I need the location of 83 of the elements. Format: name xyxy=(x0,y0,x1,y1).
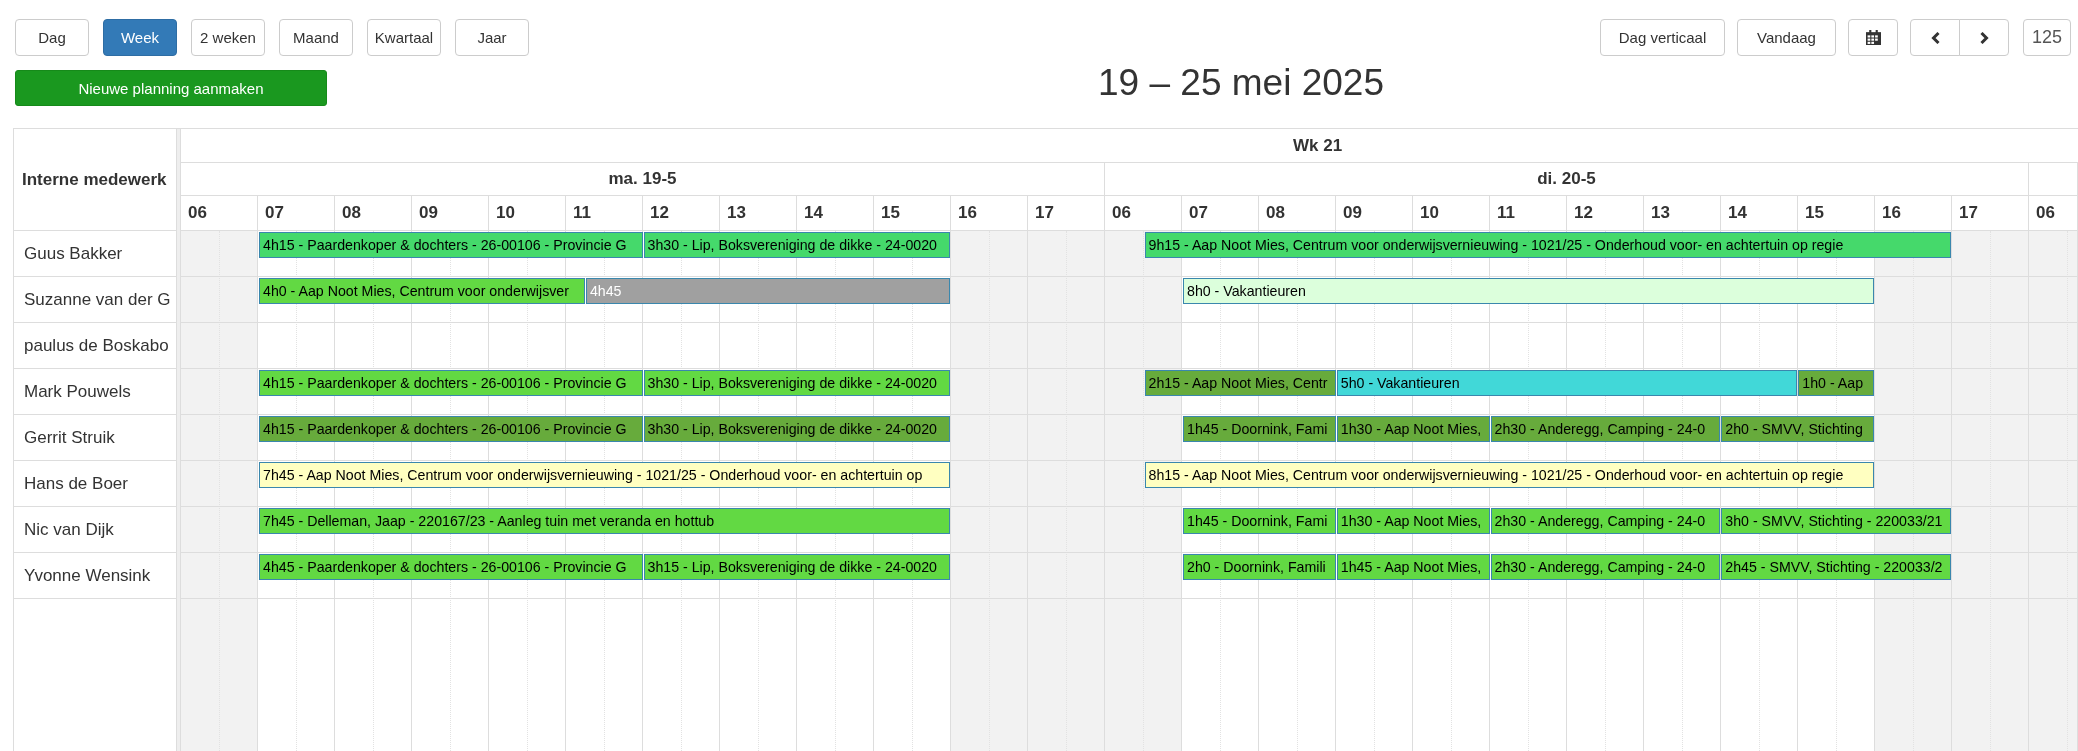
employee-name: Mark Pouwels xyxy=(24,381,131,402)
calendar-icon xyxy=(1865,30,1881,45)
hour-label: 10 xyxy=(1420,203,1439,223)
chevron-left-icon xyxy=(1930,31,1940,44)
employee-name: Guus Bakker xyxy=(24,243,123,264)
event-bar[interactable]: 8h0 - Vakantieuren xyxy=(1183,278,1875,304)
event-bar[interactable]: 4h15 - Paardenkoper & dochters - 26-00106 - Provincie G xyxy=(259,416,643,442)
event-bar[interactable]: 1h30 - Aap Noot Mies, xyxy=(1336,508,1490,534)
view-button[interactable]: Jaar xyxy=(455,19,529,56)
view-button[interactable]: Maand xyxy=(279,19,353,56)
calendar-button[interactable] xyxy=(1848,19,1898,56)
chevron-right-icon xyxy=(1979,31,1989,44)
hour-label: 09 xyxy=(419,203,438,223)
employee-name: Yvonne Wensink xyxy=(24,565,151,586)
employee-name: Gerrit Struik xyxy=(24,427,115,448)
today-button[interactable]: Vandaag xyxy=(1737,19,1836,56)
event-bar[interactable]: 2h0 - Doornink, Famili xyxy=(1183,554,1336,580)
event-bar[interactable]: 4h45 - Paardenkoper & dochters - 26-00106 - Provincie G xyxy=(259,554,643,580)
hour-label: 14 xyxy=(1728,203,1747,223)
employee-name: Nic van Dijk xyxy=(24,519,114,540)
hour-label: 09 xyxy=(1343,203,1362,223)
hour-label: 15 xyxy=(881,203,900,223)
event-bar[interactable]: 8h15 - Aap Noot Mies, Centrum voor onderwijsvernieuwing - 1021/25 - Onderhoud voor- en achtertuin op regie xyxy=(1144,462,1875,488)
hour-label: 11 xyxy=(573,203,591,223)
hour-label: 07 xyxy=(1189,203,1208,223)
event-bar[interactable]: 9h15 - Aap Noot Mies, Centrum voor onderwijsvernieuwing - 1021/25 - Onderhoud voor- en achtertuin op regie xyxy=(1144,232,1952,258)
hour-label: 14 xyxy=(804,203,823,223)
event-bar[interactable]: 1h45 - Doornink, Fami xyxy=(1183,416,1336,442)
hour-label: 06 xyxy=(2036,203,2055,223)
event-bar[interactable]: 4h15 - Paardenkoper & dochters - 26-00106 - Provincie G xyxy=(259,370,643,396)
event-bar[interactable]: 4h15 - Paardenkoper & dochters - 26-00106 - Provincie G xyxy=(259,232,643,258)
view-button[interactable]: 2 weken xyxy=(191,19,265,56)
event-bar[interactable]: 2h15 - Aap Noot Mies, Centr xyxy=(1144,370,1336,396)
day-label: di. 20-5 xyxy=(1537,169,1596,189)
employee-name: Hans de Boer xyxy=(24,473,128,494)
event-bar[interactable]: 7h45 - Delleman, Jaap - 220167/23 - Aanleg tuin met veranda en hottub xyxy=(259,508,951,534)
event-bar[interactable]: 3h30 - Lip, Boksvereniging de dikke - 24-0020 xyxy=(643,232,951,258)
event-bar[interactable]: 3h15 - Lip, Boksvereniging de dikke - 24-0020 xyxy=(643,554,951,580)
event-bar[interactable]: 1h0 - Aap xyxy=(1798,370,1875,396)
hour-label: 16 xyxy=(958,203,977,223)
event-bar[interactable]: 2h30 - Anderegg, Camping - 24-0 xyxy=(1490,416,1721,442)
hour-label: 10 xyxy=(496,203,515,223)
hour-label: 15 xyxy=(1805,203,1824,223)
event-bar[interactable]: 3h0 - SMVV, Stichting - 220033/21 xyxy=(1721,508,1952,534)
event-bar[interactable]: 4h0 - Aap Noot Mies, Centrum voor onderwijsver xyxy=(259,278,585,304)
event-bar[interactable]: 1h45 - Aap Noot Mies, xyxy=(1336,554,1490,580)
vertical-day-button[interactable]: Dag verticaal xyxy=(1600,19,1725,56)
day-label: ma. 19-5 xyxy=(608,169,677,189)
hour-label: 17 xyxy=(1959,203,1978,223)
new-planning-button[interactable]: Nieuwe planning aanmaken xyxy=(15,70,327,106)
previous-button[interactable] xyxy=(1910,19,1960,56)
number-field[interactable]: 125 xyxy=(2023,19,2071,56)
hour-label: 16 xyxy=(1882,203,1901,223)
event-bar[interactable]: 5h0 - Vakantieuren xyxy=(1336,370,1798,396)
hour-label: 06 xyxy=(1112,203,1131,223)
resource-column-header: Interne medewerk xyxy=(22,169,167,190)
hour-label: 13 xyxy=(727,203,746,223)
hour-label: 12 xyxy=(650,203,669,223)
hour-label: 08 xyxy=(1266,203,1285,223)
hour-label: 13 xyxy=(1651,203,1670,223)
view-button[interactable]: Dag xyxy=(15,19,89,56)
event-bar[interactable]: 2h30 - Anderegg, Camping - 24-0 xyxy=(1490,554,1721,580)
hour-label: 06 xyxy=(188,203,207,223)
hour-label: 07 xyxy=(265,203,284,223)
event-bar[interactable]: 1h45 - Doornink, Fami xyxy=(1183,508,1336,534)
hour-label: 12 xyxy=(1574,203,1593,223)
hour-label: 08 xyxy=(342,203,361,223)
event-bar[interactable]: 3h30 - Lip, Boksvereniging de dikke - 24-0020 xyxy=(643,370,951,396)
event-bar[interactable]: 2h0 - SMVV, Stichting xyxy=(1721,416,1875,442)
view-button[interactable]: Week xyxy=(103,19,177,56)
employee-name: paulus de Boskabo xyxy=(24,335,169,356)
view-button[interactable]: Kwartaal xyxy=(367,19,441,56)
week-label: Wk 21 xyxy=(1293,135,1343,156)
hour-label: 17 xyxy=(1035,203,1054,223)
event-bar[interactable]: 3h30 - Lip, Boksvereniging de dikke - 24-0020 xyxy=(643,416,951,442)
event-bar[interactable]: 7h45 - Aap Noot Mies, Centrum voor onderwijsvernieuwing - 1021/25 - Onderhoud voor- en achtertuin op xyxy=(259,462,951,488)
event-bar[interactable]: 2h45 - SMVV, Stichting - 220033/2 xyxy=(1721,554,1952,580)
next-button[interactable] xyxy=(1959,19,2009,56)
employee-name: Suzanne van der G xyxy=(24,289,171,310)
date-range-title: 19 – 25 mei 2025 xyxy=(1098,63,1384,101)
event-bar[interactable]: 1h30 - Aap Noot Mies, xyxy=(1336,416,1490,442)
hour-label: 11 xyxy=(1497,203,1515,223)
event-bar[interactable]: 2h30 - Anderegg, Camping - 24-0 xyxy=(1490,508,1721,534)
